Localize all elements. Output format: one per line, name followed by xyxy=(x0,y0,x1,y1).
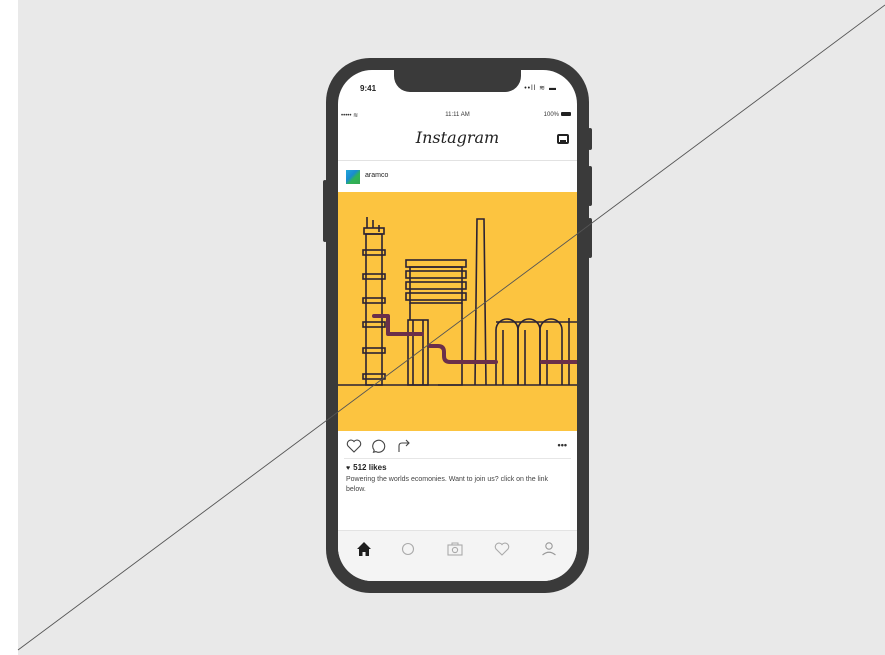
more-icon[interactable]: ••• xyxy=(558,440,567,450)
status-time: 11:11 AM xyxy=(445,112,470,118)
heart-icon[interactable] xyxy=(346,438,362,454)
phone-screen: 9:41 ••ll ≋ ▬ ••••• ≋ 11:11 AM 100% Inst… xyxy=(338,70,577,581)
side-button-right-2 xyxy=(588,166,592,206)
bottom-tab-bar xyxy=(338,530,577,581)
side-button-right-1 xyxy=(588,128,592,150)
side-button-right-3 xyxy=(588,218,592,258)
refinery-illustration xyxy=(338,217,577,386)
phone-notch xyxy=(394,70,521,92)
camera-icon[interactable] xyxy=(445,539,465,559)
likes-count[interactable]: ♥ 512 likes xyxy=(346,463,387,472)
share-icon[interactable] xyxy=(396,438,412,454)
actions-divider xyxy=(344,458,571,459)
app-title: Instagram xyxy=(415,128,500,147)
header-divider xyxy=(338,160,577,161)
search-icon[interactable] xyxy=(398,539,418,559)
post-actions: ••• xyxy=(338,434,577,458)
profile-icon[interactable] xyxy=(539,539,559,559)
activity-heart-icon[interactable] xyxy=(492,539,512,559)
phone-frame: 9:41 ••ll ≋ ▬ ••••• ≋ 11:11 AM 100% Inst… xyxy=(323,58,592,593)
inbox-icon[interactable] xyxy=(557,134,569,144)
post-header: aramco xyxy=(338,162,577,192)
comment-icon[interactable] xyxy=(371,438,387,454)
os-time: 9:41 xyxy=(360,84,377,93)
post-caption: Powering the worlds ecomonies. Want to j… xyxy=(346,476,549,493)
os-status-icons: ••ll ≋ ▬ xyxy=(524,85,557,92)
battery-status: 100% xyxy=(544,112,571,118)
avatar[interactable] xyxy=(346,170,360,184)
likes-heart-icon: ♥ xyxy=(346,465,351,472)
battery-percent: 100% xyxy=(543,112,559,118)
battery-icon xyxy=(561,112,571,117)
side-button-left xyxy=(323,180,327,242)
home-icon[interactable] xyxy=(354,539,374,559)
likes-text: 512 likes xyxy=(353,463,387,472)
post-username[interactable]: aramco xyxy=(365,172,388,179)
app-status-bar: ••••• ≋ 11:11 AM 100% xyxy=(338,112,577,124)
post-image[interactable] xyxy=(338,192,577,431)
